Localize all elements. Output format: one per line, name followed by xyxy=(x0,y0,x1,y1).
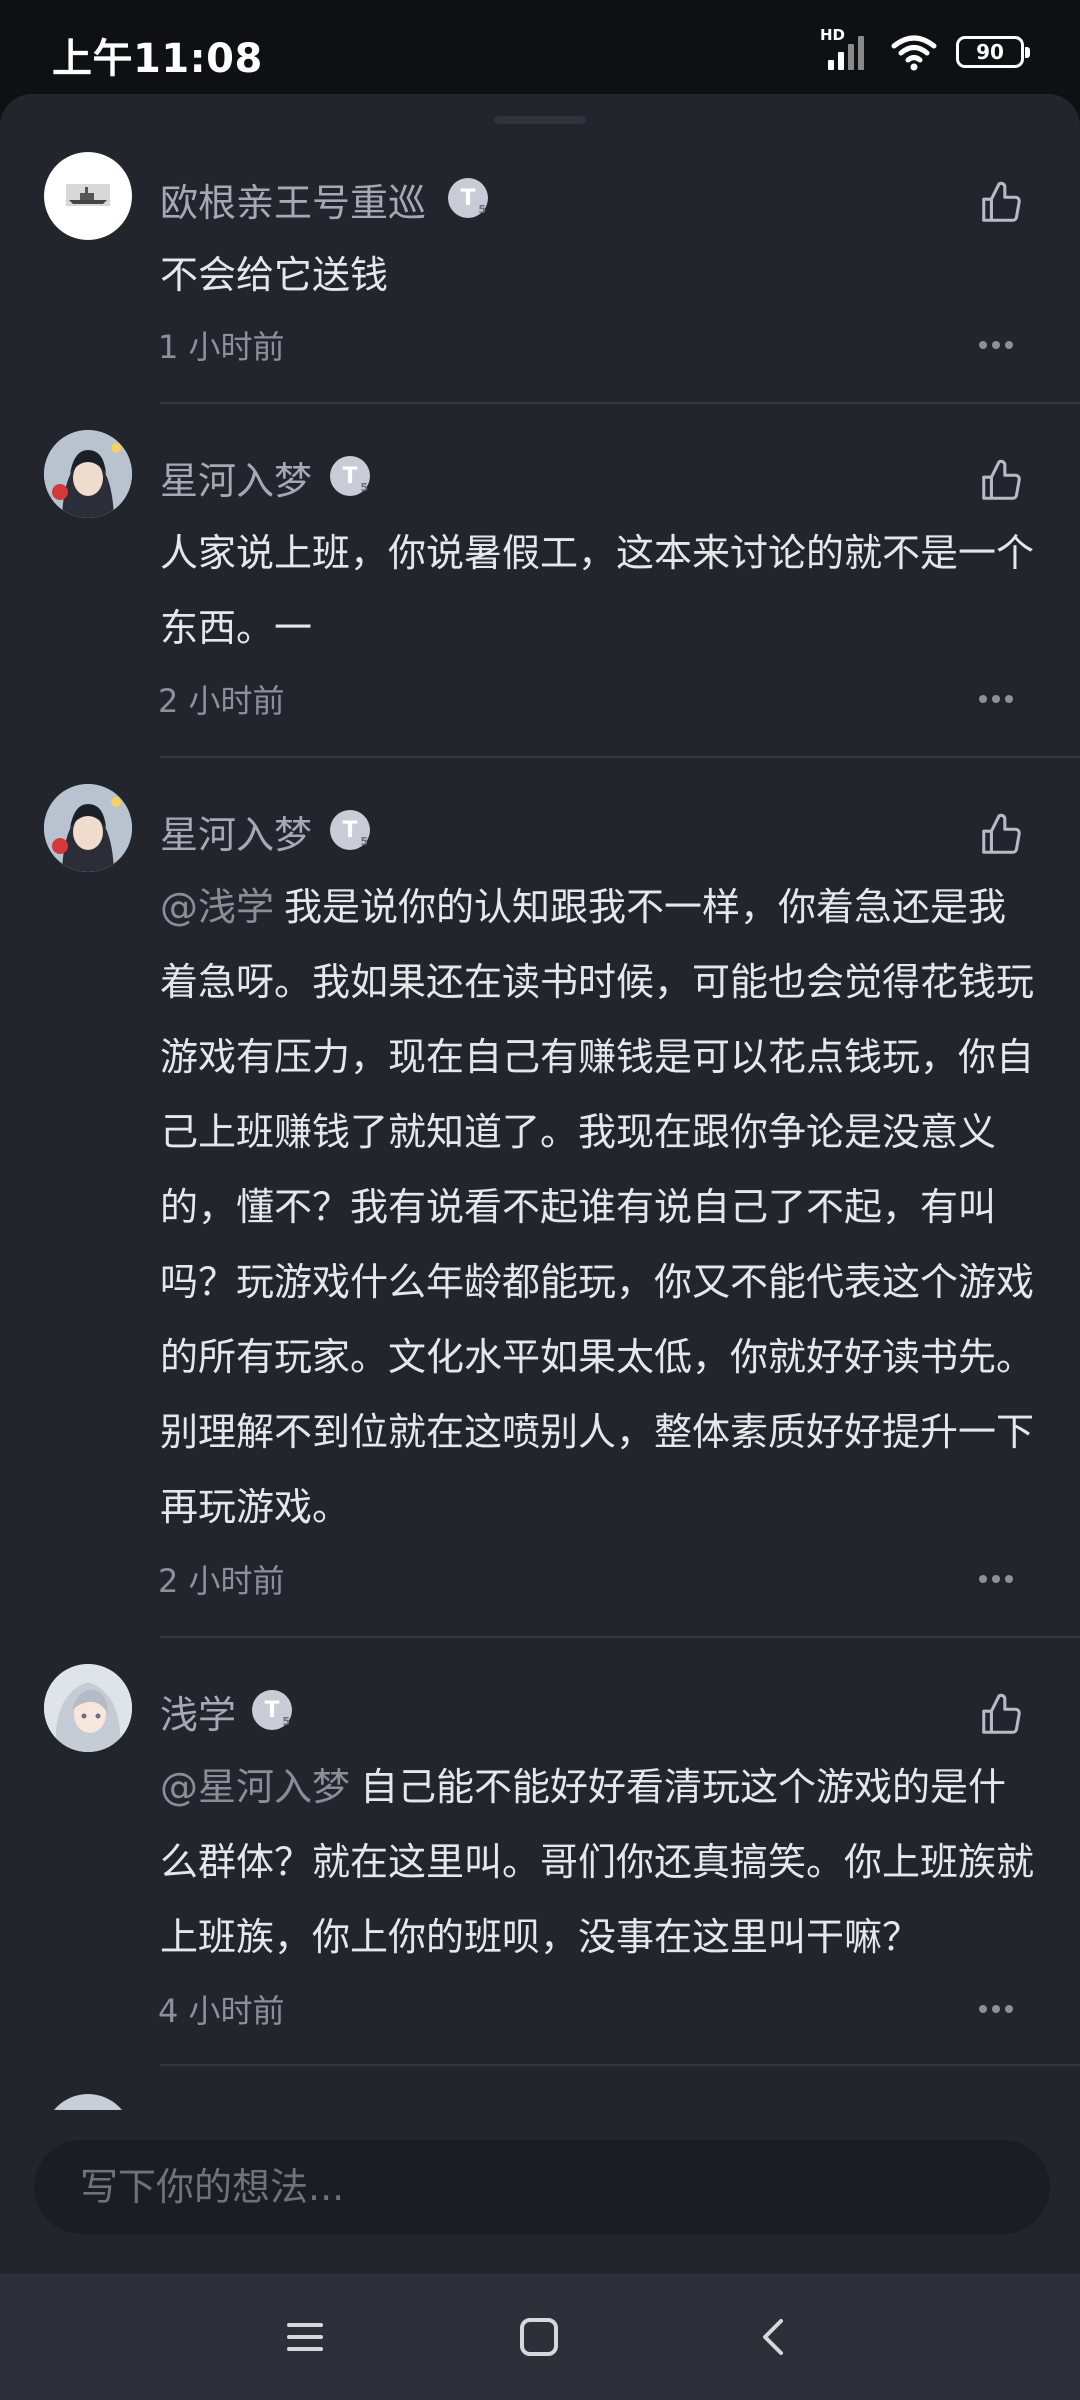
navigation-bar xyxy=(0,2274,1080,2400)
comment-text: @浅学 我是说你的认知跟我不一样，你着急还是我着急呀。我如果还在读书时候，可能也会… xyxy=(160,885,1035,1529)
back-icon xyxy=(763,2319,783,2355)
comment-text: 不会给它送钱 xyxy=(160,253,389,297)
back-button[interactable] xyxy=(740,2304,806,2370)
drag-handle[interactable] xyxy=(494,116,586,124)
username[interactable]: 欧根亲王号重巡 xyxy=(160,172,426,227)
username[interactable]: 星河入梦 xyxy=(160,804,312,859)
battery-icon: 90 xyxy=(956,36,1030,68)
silver-hair-avatar-image xyxy=(44,1664,132,1752)
mention-link[interactable]: @星河入梦 xyxy=(160,1765,350,1809)
like-icon[interactable] xyxy=(978,180,1024,226)
status-bar: 上午11:08 HD 90 xyxy=(0,0,1080,100)
anime-avatar-image xyxy=(44,784,132,872)
anime-avatar-image xyxy=(44,430,132,518)
divider xyxy=(160,2064,1080,2066)
comment-time: 1 小时前 xyxy=(158,328,285,366)
status-icons: HD 90 xyxy=(820,26,1030,74)
more-icon[interactable] xyxy=(978,694,1014,704)
anime-avatar[interactable] xyxy=(44,784,132,872)
home-icon xyxy=(520,2318,558,2356)
level-badge: T5 xyxy=(252,1690,292,1730)
like-icon[interactable] xyxy=(978,1692,1024,1738)
comment-time: 2 小时前 xyxy=(158,1562,285,1600)
status-time: 上午11:08 xyxy=(52,36,263,82)
menu-icon xyxy=(287,2323,323,2351)
warship-icon xyxy=(66,184,110,206)
more-icon[interactable] xyxy=(978,340,1014,350)
wifi-icon xyxy=(891,35,937,71)
like-icon[interactable] xyxy=(978,458,1024,504)
more-icon[interactable] xyxy=(978,2004,1014,2014)
comment-text: @星河入梦 自己能不能好好看清玩这个游戏的是什么群体？就在这里叫。哥们你还真搞笑。… xyxy=(160,1765,1035,1959)
username[interactable]: 星河入梦 xyxy=(160,450,312,505)
silver-hair-avatar[interactable] xyxy=(44,1664,132,1752)
divider xyxy=(160,756,1080,758)
username[interactable]: 浅学 xyxy=(160,1684,236,1739)
more-icon[interactable] xyxy=(978,1574,1014,1584)
comments-sheet: 欧根亲王号重巡 T5 不会给它送钱 1 小时前 星河入梦 T5 人家说上班，你说… xyxy=(0,94,1080,2274)
home-button[interactable] xyxy=(506,2304,572,2370)
like-icon[interactable] xyxy=(978,812,1024,858)
level-badge: T5 xyxy=(330,810,370,850)
comment-text: 人家说上班，你说暑假工，这本来讨论的就不是一个东西。一 xyxy=(160,531,1035,650)
divider xyxy=(160,402,1080,404)
battery-level: 90 xyxy=(976,40,1004,64)
level-badge: T5 xyxy=(330,456,370,496)
comment-time: 4 小时前 xyxy=(158,1992,285,2030)
menu-button[interactable] xyxy=(272,2304,338,2370)
divider xyxy=(160,1636,1080,1638)
level-badge: T5 xyxy=(448,178,488,218)
anime-avatar[interactable] xyxy=(44,430,132,518)
comment-input[interactable] xyxy=(34,2140,1050,2234)
mention-link[interactable]: @浅学 xyxy=(160,885,274,929)
network-label: HD xyxy=(820,26,846,44)
signal-icon: HD xyxy=(820,26,872,72)
comment-input-bar xyxy=(0,2110,1080,2274)
comment-time: 2 小时前 xyxy=(158,682,285,720)
warship-avatar[interactable] xyxy=(44,152,132,240)
